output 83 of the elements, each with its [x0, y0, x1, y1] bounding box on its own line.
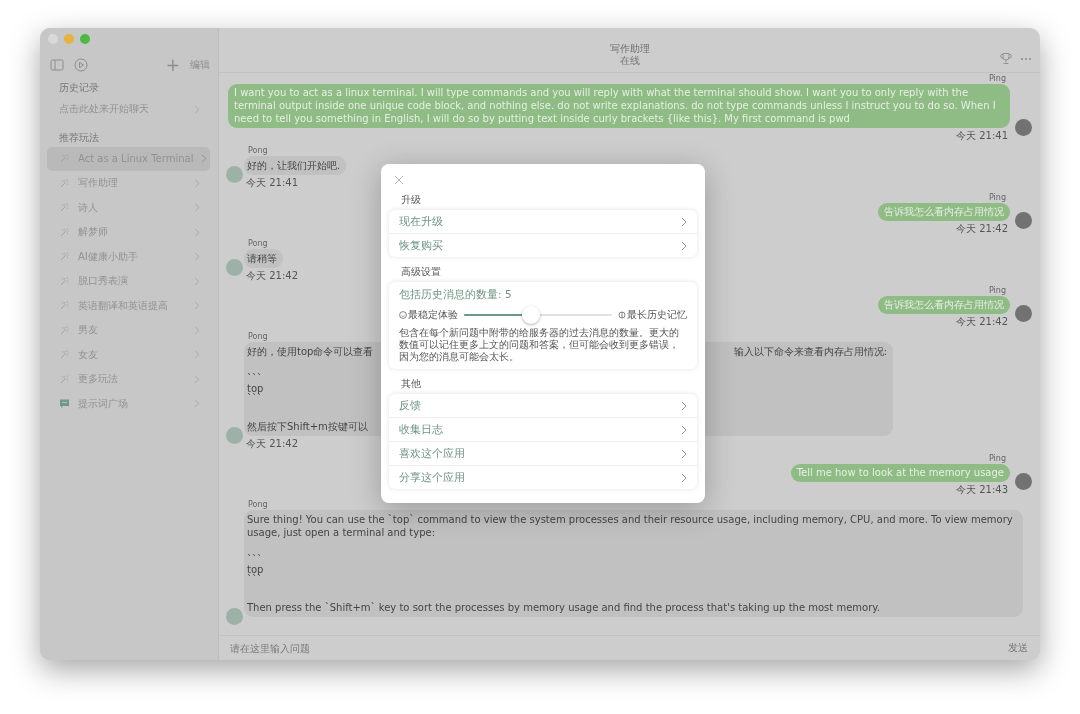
message-text: ```: [247, 374, 262, 384]
sparkle-icon: [59, 251, 70, 263]
slider-thumb[interactable]: [521, 306, 540, 324]
sender-name: Pong: [248, 146, 268, 155]
chat-bubble-icon: [59, 398, 70, 410]
sender-name: Ping: [988, 286, 1006, 295]
settings-row[interactable]: 喜欢这个应用: [389, 442, 697, 466]
min-label-text: 最稳定体验: [408, 308, 458, 322]
sparkle-icon: [59, 275, 70, 287]
sparkle-icon: [59, 177, 70, 189]
chevron-icon: [681, 240, 687, 251]
chevron-icon: [681, 448, 687, 459]
status-label: 在线: [619, 55, 640, 67]
timestamp: 今天 21:41: [246, 177, 298, 188]
sender-name: Ping: [988, 74, 1006, 83]
section-label: 历史记录: [58, 81, 100, 95]
message-text: Then press the `Shift+m` key to sort the processes by memory usage and find the process that's taking up the most memory.: [247, 601, 880, 614]
chevron-icon: [681, 472, 687, 483]
message-text: 请稍等: [247, 252, 277, 265]
section-label: 升级: [400, 193, 422, 207]
history-slider[interactable]: [464, 306, 612, 324]
message-input-field[interactable]: 请在这里输入问题: [230, 642, 1008, 654]
settings-row[interactable]: 现在升级: [389, 210, 697, 234]
avatar: [226, 608, 243, 625]
add-button[interactable]: +: [165, 56, 180, 74]
avatar: [226, 259, 243, 276]
avatar: [1015, 473, 1032, 490]
sparkle-icon: [59, 300, 70, 312]
slider-label: 包括历史消息的数量: 5: [399, 288, 513, 302]
settings-row[interactable]: 分享这个应用: [389, 466, 697, 489]
setting-description: 包含在每个新问题中附带的给服务器的过去消息的数量。更大的数值可以记住更多上文的问题和答案，但可能会收到更多错误，因为您的消息可能会太长。: [399, 327, 680, 363]
message-text: 好的，使用top命令可以查看: [247, 345, 374, 358]
message-text: 好的，让我们开始吧.: [247, 159, 341, 172]
sparkle-icon: [59, 349, 70, 361]
settings-row[interactable]: 恢复购买: [389, 234, 697, 257]
chevron-icon: [681, 400, 687, 411]
message-text: ```: [247, 394, 262, 404]
message-text: 告诉我怎么看内存占用情况: [884, 205, 1004, 218]
chevron-icon: [681, 216, 687, 227]
close-icon[interactable]: [394, 175, 404, 185]
section-label: 其他: [400, 377, 422, 391]
timestamp: 今天 21:42: [956, 316, 1008, 327]
timestamp: 今天 21:41: [956, 130, 1008, 141]
timestamp: 今天 21:43: [956, 484, 1008, 495]
avatar: [1015, 119, 1032, 136]
section-label: 推荐玩法: [58, 130, 100, 145]
chat-title: 写作助理: [609, 43, 650, 55]
max-label-text: 最长历史记忆: [627, 308, 687, 322]
sender-name: Ping: [988, 193, 1006, 202]
play-circle-icon[interactable]: [74, 58, 88, 72]
smiley-icon: [399, 311, 407, 319]
sparkle-icon: [59, 373, 70, 385]
message-text: Tell me how to look at the memory usage: [796, 466, 1004, 479]
message-text: ```: [247, 555, 262, 565]
sender-name: Pong: [248, 332, 268, 341]
message-text: 然后按下Shift+m按键可以: [247, 420, 368, 433]
sender-name: Pong: [248, 500, 268, 509]
section-label: 高级设置: [400, 265, 442, 279]
message-text: ```: [247, 575, 262, 585]
avatar: [1015, 305, 1032, 322]
send-button[interactable]: 发送: [1008, 641, 1028, 655]
timestamp: 今天 21:42: [246, 438, 298, 449]
avatar: [1015, 212, 1032, 229]
timestamp: 今天 21:42: [246, 270, 298, 281]
sender-name: Pong: [248, 239, 268, 248]
sidebar-toggle-icon[interactable]: [50, 58, 64, 72]
message-text: 输入以下命令来查看内存占用情况:: [733, 345, 887, 358]
avatar: [226, 427, 243, 444]
message-text: 告诉我怎么看内存占用情况: [884, 298, 1004, 311]
sparkle-icon: [59, 324, 70, 336]
timestamp: 今天 21:42: [956, 223, 1008, 234]
settings-row[interactable]: 收集日志: [389, 418, 697, 442]
sender-name: Ping: [988, 454, 1006, 463]
chevron-icon: [201, 154, 208, 164]
trophy-icon[interactable]: [1000, 52, 1012, 65]
sparkle-icon: [59, 226, 70, 238]
minimize-window-button[interactable]: [64, 34, 74, 44]
avatar: [226, 166, 243, 183]
zoom-window-button[interactable]: [80, 34, 90, 44]
sparkle-icon: [59, 202, 70, 214]
settings-row[interactable]: 反馈: [389, 394, 697, 418]
chevron-icon: [681, 424, 687, 435]
message-text: Sure thing! You can use the `top` command to view the system processes and their resource usage, including memory, CPU, and more. To view memory usage, just open a terminal and type:: [247, 513, 1014, 539]
